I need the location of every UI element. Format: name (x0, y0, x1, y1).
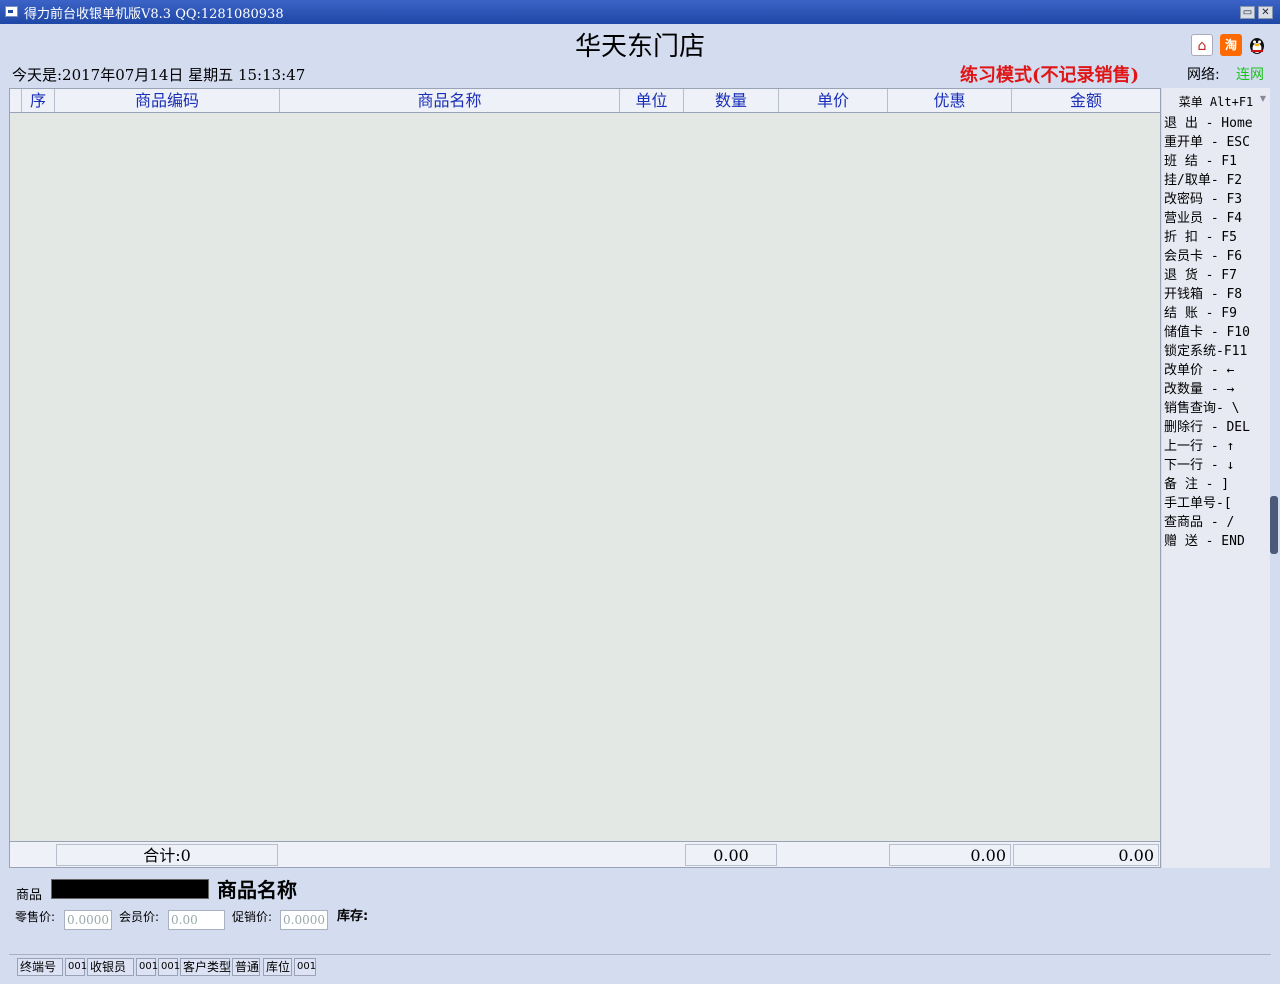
menu-item-previous-row[interactable]: 上一行 - ↑ (1164, 437, 1253, 456)
col-header-amount[interactable]: 金额 (1012, 89, 1160, 112)
app-menu-icon[interactable] (5, 6, 18, 17)
cashier-label: 收银员 (87, 958, 134, 976)
menu-item-next-row[interactable]: 下一行 - ↓ (1164, 456, 1253, 475)
sales-grid[interactable]: 序 商品编码 商品名称 单位 数量 单价 优惠 金额 合计:0 0.00 0.0… (9, 88, 1161, 868)
menu-item-change-price[interactable]: 改单价 - ← (1164, 361, 1253, 380)
taobao-icon[interactable]: 淘 (1220, 34, 1242, 56)
qq-penguin-icon[interactable] (1246, 34, 1268, 56)
col-header-name[interactable]: 商品名称 (280, 89, 620, 112)
menu-item-sales-query[interactable]: 销售查询- \ (1164, 399, 1253, 418)
promo-price-field[interactable]: 0.0000 (280, 910, 328, 930)
member-price-label: 会员价: (119, 910, 160, 924)
amount-total: 0.00 (1013, 844, 1159, 866)
product-name: 商品名称 (217, 878, 297, 902)
network-label: 网络: (1187, 67, 1220, 83)
col-header-seq[interactable]: 序 (22, 89, 55, 112)
home-icon[interactable]: ⌂ (1191, 34, 1213, 56)
chevron-down-icon[interactable]: ▼ (1260, 94, 1266, 103)
location-value: 001 (294, 958, 316, 976)
menu-item-hold-order[interactable]: 挂/取单- F2 (1164, 171, 1253, 190)
menu-item-reopen[interactable]: 重开单 - ESC (1164, 133, 1253, 152)
menu-item-remark[interactable]: 备 注 - ] (1164, 475, 1253, 494)
menu-item-shift-close[interactable]: 班 结 - F1 (1164, 152, 1253, 171)
total-count: 合计:0 (56, 844, 278, 866)
menu-item-change-quantity[interactable]: 改数量 - → (1164, 380, 1253, 399)
menu-list: 退 出 - Home 重开单 - ESC 班 结 - F1 挂/取单- F2 改… (1164, 114, 1253, 551)
menu-item-open-drawer[interactable]: 开钱箱 - F8 (1164, 285, 1253, 304)
retail-price-field[interactable]: 0.0000 (64, 910, 112, 930)
store-name: 华天东门店 (574, 32, 705, 62)
title-bar: 得力前台收银单机版V8.3 QQ:1281080938 ▭ ✕ (0, 0, 1280, 24)
grid-body[interactable] (10, 113, 1160, 841)
col-header-price[interactable]: 单价 (779, 89, 888, 112)
menu-item-return[interactable]: 退 货 - F7 (1164, 266, 1253, 285)
date-time-display: 今天是:2017年07月14日 星期五 15:13:47 (12, 66, 306, 84)
menu-item-lock-system[interactable]: 锁定系统-F11 (1164, 342, 1253, 361)
shortcut-menu: 菜单 Alt+F1 ▼ 退 出 - Home 重开单 - ESC 班 结 - F… (1162, 88, 1270, 868)
quantity-total: 0.00 (685, 844, 777, 866)
window-title: 得力前台收银单机版V8.3 QQ:1281080938 (24, 7, 284, 22)
discount-total: 0.00 (889, 844, 1011, 866)
customer-type-value: 普通 (232, 958, 260, 976)
menu-item-member-card[interactable]: 会员卡 - F6 (1164, 247, 1253, 266)
menu-item-manual-order-number[interactable]: 手工单号-[ (1164, 494, 1253, 513)
menu-item-gift[interactable]: 赠 送 - END (1164, 532, 1253, 551)
col-header-code[interactable]: 商品编码 (55, 89, 280, 112)
promo-price-label: 促销价: (232, 910, 273, 924)
cashier-name: 001 (158, 958, 180, 976)
terminal-label: 终端号 (17, 958, 63, 976)
stock-label: 库存: (337, 909, 369, 924)
terminal-value: 001 (65, 958, 87, 976)
location-label: 库位 (263, 958, 292, 976)
menu-title[interactable]: 菜单 Alt+F1 (1162, 93, 1270, 110)
product-label: 商品 (16, 888, 43, 903)
col-header-quantity[interactable]: 数量 (684, 89, 779, 112)
member-price-field[interactable]: 0.00 (168, 910, 225, 930)
menu-item-search-product[interactable]: 查商品 - / (1164, 513, 1253, 532)
menu-item-change-password[interactable]: 改密码 - F3 (1164, 190, 1253, 209)
menu-item-stored-value-card[interactable]: 储值卡 - F10 (1164, 323, 1253, 342)
product-input[interactable] (51, 879, 209, 899)
grid-header: 序 商品编码 商品名称 单位 数量 单价 优惠 金额 (10, 89, 1160, 113)
minimize-button[interactable]: ▭ (1240, 6, 1255, 19)
cashier-code: 001 (136, 958, 158, 976)
network-status: 连网 (1236, 67, 1264, 83)
status-bar: 终端号 001 收银员 001 001 客户类型 普通 库位 001 (9, 954, 1271, 978)
retail-price-label: 零售价: (15, 910, 56, 924)
product-info-panel: 商品 商品名称 零售价: 0.0000 会员价: 0.00 促销价: 0.000… (9, 870, 1271, 952)
grid-footer: 合计:0 0.00 0.00 0.00 (10, 841, 1160, 867)
row-selector-header (10, 89, 22, 112)
side-scrollbar[interactable] (1270, 496, 1278, 554)
menu-item-checkout[interactable]: 结 账 - F9 (1164, 304, 1253, 323)
customer-type-label: 客户类型 (180, 958, 231, 976)
practice-mode-label: 练习模式(不记录销售) (960, 65, 1140, 86)
menu-item-salesperson[interactable]: 营业员 - F4 (1164, 209, 1253, 228)
menu-item-delete-row[interactable]: 删除行 - DEL (1164, 418, 1253, 437)
close-button[interactable]: ✕ (1258, 6, 1273, 19)
col-header-discount[interactable]: 优惠 (888, 89, 1012, 112)
col-header-unit[interactable]: 单位 (620, 89, 684, 112)
menu-item-exit[interactable]: 退 出 - Home (1164, 114, 1253, 133)
menu-item-discount[interactable]: 折 扣 - F5 (1164, 228, 1253, 247)
